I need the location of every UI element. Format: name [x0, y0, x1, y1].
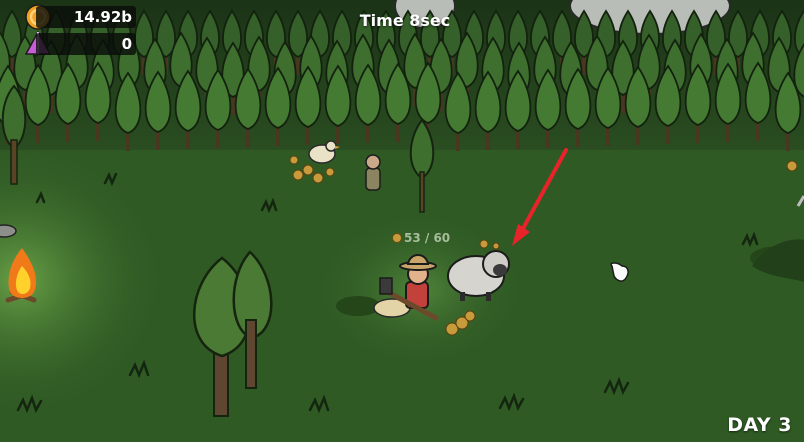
ground-shadow — [336, 296, 380, 316]
game-scene[interactable] — [0, 0, 804, 442]
hammer-head — [379, 277, 393, 295]
villager-npc[interactable] — [365, 154, 381, 191]
stone — [0, 224, 17, 238]
